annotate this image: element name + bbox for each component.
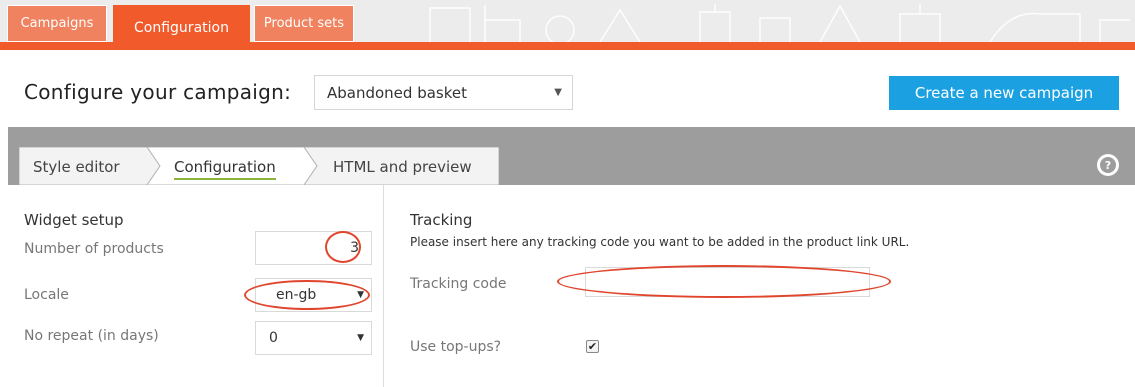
number-of-products-label: Number of products — [24, 241, 164, 257]
chevron-down-icon: ▼ — [357, 333, 364, 343]
top-navigation: Campaigns Configuration Product sets — [0, 0, 1135, 50]
annotation-ellipse-locale — [244, 280, 370, 310]
nav-tab-product-sets[interactable]: Product sets — [254, 5, 354, 42]
tracking-code-label: Tracking code — [410, 276, 507, 292]
widget-setup-panel: Widget setup Number of products 3 Locale… — [8, 185, 384, 387]
no-repeat-label: No repeat (in days) — [24, 328, 159, 344]
page-header: Configure your campaign: Abandoned baske… — [0, 50, 1135, 127]
subtab-bar: Style editor Configuration HTML and prev… — [19, 147, 499, 185]
annotation-ellipse-tracking — [557, 265, 891, 298]
no-repeat-value: 0 — [269, 330, 278, 346]
subtab-band: Style editor Configuration HTML and prev… — [8, 127, 1135, 185]
campaign-select[interactable]: Abandoned basket ▼ — [314, 75, 573, 110]
use-topups-label: Use top-ups? — [410, 339, 502, 355]
subtab-configuration[interactable]: Configuration — [174, 158, 276, 180]
annotation-circle-products — [325, 231, 361, 263]
tracking-description: Please insert here any tracking code you… — [410, 235, 910, 249]
subtab-style-editor[interactable]: Style editor — [33, 158, 120, 176]
chevron-down-icon: ▼ — [554, 87, 562, 98]
help-icon[interactable]: ? — [1097, 154, 1119, 176]
tracking-title: Tracking — [410, 211, 473, 229]
tracking-panel: Tracking Please insert here any tracking… — [385, 185, 1135, 387]
widget-setup-title: Widget setup — [24, 211, 124, 229]
page-title: Configure your campaign: — [24, 80, 292, 104]
use-topups-checkbox[interactable]: ✔ — [586, 340, 599, 353]
nav-tab-configuration[interactable]: Configuration — [113, 5, 250, 50]
campaign-select-value: Abandoned basket — [327, 83, 467, 102]
create-campaign-button[interactable]: Create a new campaign — [889, 76, 1119, 110]
no-repeat-select[interactable]: 0 ▼ — [255, 321, 372, 355]
locale-label: Locale — [24, 287, 69, 303]
help-icon-glyph: ? — [1100, 157, 1116, 173]
subtab-html-preview[interactable]: HTML and preview — [333, 158, 472, 176]
nav-tab-campaigns[interactable]: Campaigns — [7, 5, 107, 42]
